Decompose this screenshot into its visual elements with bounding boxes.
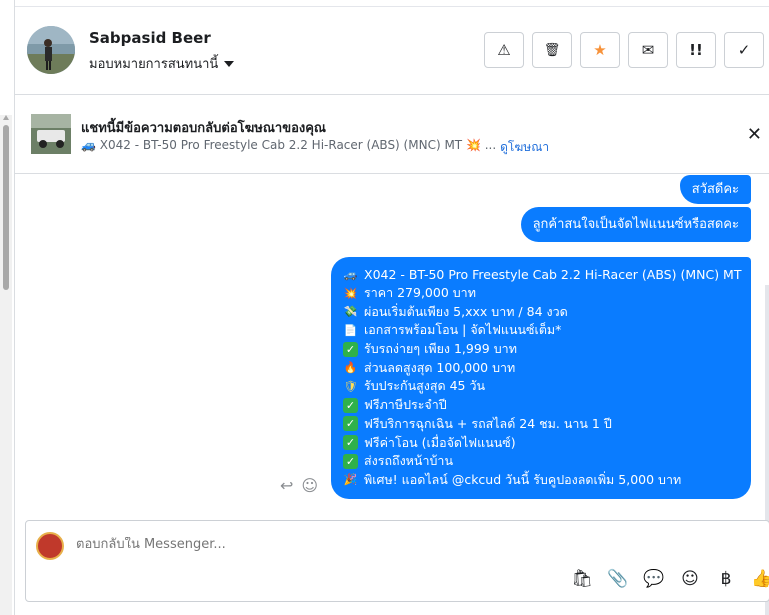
message-line-text: ผ่อนเริ่มต้นเพียง 5,xxx บาท / 84 งวด bbox=[364, 303, 568, 319]
checkmark-icon: ✓ bbox=[737, 41, 751, 59]
message-bubble[interactable]: ลูกค้าสนใจเป็นจัดไฟแนนซ์หรือสดคะ bbox=[520, 207, 751, 242]
trash-icon: 🗑 bbox=[543, 42, 561, 58]
ad-caption: 🚙 X042 - BT-50 Pro Freestyle Cab 2.2 Hi-… bbox=[81, 138, 497, 152]
message-line: ✓ รับรถง่ายๆ เพียง 1,999 บาท bbox=[343, 340, 739, 359]
emoji-icon: 🛡 bbox=[343, 379, 358, 393]
delete-button[interactable]: 🗑 bbox=[532, 32, 572, 68]
emoji-icon: 🔥 bbox=[343, 361, 358, 375]
message-line-text: ส่งรถถึงหน้าบ้าน bbox=[364, 453, 453, 469]
view-ad-link[interactable]: ดูโฆษณา bbox=[500, 138, 549, 157]
ad-image bbox=[31, 114, 71, 154]
conversation-header: Sabpasid Beer มอบหมายการสนทนานี้ ⚠ 🗑 ★ ✉… bbox=[15, 7, 769, 95]
emoji-icon: 🎉 bbox=[343, 473, 358, 487]
follow-up-icon: !! bbox=[689, 41, 703, 59]
check-mark-icon: ✓ bbox=[343, 341, 358, 357]
reply-input[interactable] bbox=[76, 537, 576, 552]
message-line-text: ส่วนลดสูงสุด 100,000 บาท bbox=[364, 359, 516, 375]
message-line: ✓ ฟรีภาษีประจำปี bbox=[343, 396, 739, 415]
assign-conversation-dropdown[interactable]: มอบหมายการสนทนานี้ bbox=[89, 53, 235, 74]
emoji-icon: 💸 bbox=[343, 305, 358, 319]
message-line: ✓ ฟรีค่าโอน (เมื่อจัดไฟแนนซ์) bbox=[343, 433, 739, 452]
message-line: ✓ ส่งรถถึงหน้าบ้าน bbox=[343, 452, 739, 471]
avatar-photo bbox=[27, 26, 75, 74]
check-mark-icon: ✓ bbox=[343, 416, 358, 432]
envelope-open-icon: ✉ bbox=[641, 41, 655, 59]
message-line: 🎉 พิเศษ! แอดไลน์ @ckcud วันนี้ รับคูปองลด… bbox=[343, 471, 739, 490]
emoji-icon: 🚙 bbox=[343, 267, 358, 281]
message-line: 💸 ผ่อนเริ่มต้นเพียง 5,xxx บาท / 84 งวด bbox=[343, 302, 739, 321]
message-bubble[interactable]: สวัสดีคะ bbox=[679, 175, 751, 204]
message-line: ✓ ฟรีบริการฉุกเฉิน + รถสไลด์ 24 ชม. นาน 1… bbox=[343, 415, 739, 434]
message-bubble-ad-details[interactable]: 🚙 X042 - BT-50 Pro Freestyle Cab 2.2 Hi-R… bbox=[331, 257, 751, 500]
message-line-text: X042 - BT-50 Pro Freestyle Cab 2.2 Hi-Ra… bbox=[364, 266, 742, 282]
check-mark-icon: ✓ bbox=[343, 435, 358, 451]
message-line-text: พิเศษ! แอดไลน์ @ckcud วันนี้ รับคูปองลดเ… bbox=[364, 471, 682, 487]
report-button[interactable]: ⚠ bbox=[484, 32, 524, 68]
header-actions: ⚠ 🗑 ★ ✉ !! ✓ bbox=[484, 32, 764, 68]
follow-up-button[interactable]: !! bbox=[676, 32, 716, 68]
react-emoji-icon[interactable]: ☺ bbox=[301, 476, 318, 495]
message-line: 📄 เอกสารพร้อมโอน | จัดไฟแนนซ์เต็ม* bbox=[343, 321, 739, 340]
page-avatar bbox=[36, 532, 64, 560]
warning-icon: ⚠ bbox=[497, 41, 511, 59]
message-line: 💥 ราคา 279,000 บาท bbox=[343, 284, 739, 303]
message-line: 🛡 รับประกันสูงสุด 45 วัน bbox=[343, 377, 739, 396]
message-thread: สวัสดีคะ ลูกค้าสนใจเป็นจัดไฟแนนซ์หรือสดค… bbox=[15, 175, 769, 515]
paperclip-icon[interactable]: 📎 bbox=[607, 569, 629, 589]
close-icon[interactable]: ✕ bbox=[747, 124, 762, 145]
star-icon: ★ bbox=[593, 41, 607, 59]
message-line-text: เอกสารพร้อมโอน | จัดไฟแนนซ์เต็ม* bbox=[364, 322, 562, 338]
ad-thumbnail bbox=[31, 114, 71, 154]
ad-banner-title: แชทนี้มีข้อความตอบกลับต่อโฆษณาของคุณ bbox=[81, 121, 326, 136]
message-composer: 🛍 📎 💬 ☺ ฿ 👍 bbox=[25, 520, 769, 602]
scroll-up-icon[interactable] bbox=[3, 115, 9, 120]
message-line-text: รับประกันสูงสุด 45 วัน bbox=[364, 378, 486, 394]
contact-avatar[interactable] bbox=[27, 26, 75, 74]
message-line: 🚙 X042 - BT-50 Pro Freestyle Cab 2.2 Hi-R… bbox=[343, 265, 742, 284]
emoji-icon[interactable]: ☺ bbox=[679, 569, 701, 589]
shopping-bag-icon[interactable]: 🛍 bbox=[571, 569, 593, 589]
assign-label: มอบหมายการสนทนานี้ bbox=[89, 57, 219, 72]
quick-reply-icon[interactable]: 💬 bbox=[643, 569, 665, 589]
mark-unread-button[interactable]: ✉ bbox=[628, 32, 668, 68]
conversation-panel: Sabpasid Beer มอบหมายการสนทนานี้ ⚠ 🗑 ★ ✉… bbox=[14, 0, 769, 615]
composer-tools: 🛍 📎 💬 ☺ ฿ 👍 bbox=[571, 569, 769, 589]
reply-icon[interactable]: ↩ bbox=[280, 476, 293, 495]
message-line-text: ฟรีบริการฉุกเฉิน + รถสไลด์ 24 ชม. นาน 1 … bbox=[364, 415, 612, 431]
scrollbar-thumb[interactable] bbox=[3, 125, 9, 290]
message-line: 🔥 ส่วนลดสูงสุด 100,000 บาท bbox=[343, 358, 739, 377]
mark-done-button[interactable]: ✓ bbox=[724, 32, 764, 68]
baht-icon[interactable]: ฿ bbox=[715, 569, 737, 589]
ad-banner-subtitle: 🚙 X042 - BT-50 Pro Freestyle Cab 2.2 Hi-… bbox=[81, 138, 549, 157]
message-line-text: ฟรีค่าโอน (เมื่อจัดไฟแนนซ์) bbox=[364, 434, 516, 450]
scrollbar[interactable] bbox=[0, 115, 12, 615]
message-line-text: รับรถง่ายๆ เพียง 1,999 บาท bbox=[364, 341, 517, 357]
ad-reply-banner: แชทนี้มีข้อความตอบกลับต่อโฆษณาของคุณ 🚙 X… bbox=[15, 96, 769, 174]
contact-name[interactable]: Sabpasid Beer bbox=[89, 29, 211, 47]
emoji-icon: 💥 bbox=[343, 286, 358, 300]
check-mark-icon: ✓ bbox=[343, 453, 358, 469]
emoji-icon: 📄 bbox=[343, 323, 358, 337]
message-line-text: ฟรีภาษีประจำปี bbox=[364, 397, 447, 413]
star-button[interactable]: ★ bbox=[580, 32, 620, 68]
check-mark-icon: ✓ bbox=[343, 397, 358, 413]
message-line-text: ราคา 279,000 บาท bbox=[364, 285, 476, 301]
chevron-down-icon bbox=[224, 61, 235, 67]
message-tools: ↩ ☺ bbox=[280, 476, 318, 495]
thumbs-up-icon[interactable]: 👍 bbox=[751, 569, 769, 589]
